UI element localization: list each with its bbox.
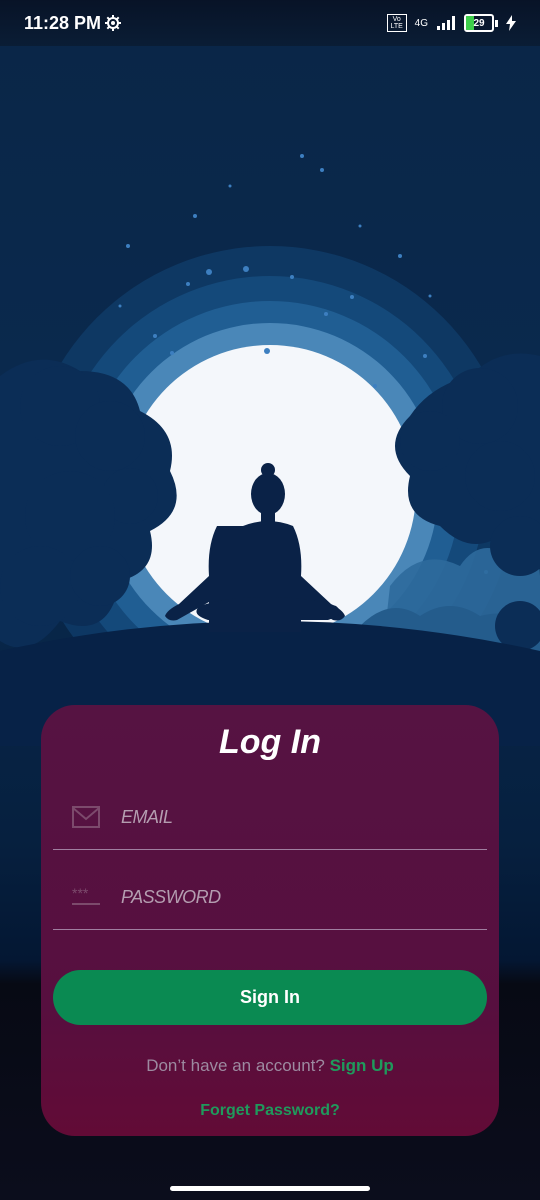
meditation-illustration (0, 154, 540, 746)
charging-icon (506, 15, 516, 31)
status-bar: 11:28 PM Vo LTE 4G 29 (0, 0, 540, 46)
login-card: Log In *** Sign In Don’t have an account… (41, 705, 499, 1136)
password-field[interactable]: *** (53, 869, 487, 930)
mail-icon (72, 806, 100, 828)
status-left: 11:28 PM (24, 12, 122, 34)
email-input[interactable] (119, 801, 463, 833)
no-account-text: Don’t have an account? (146, 1056, 325, 1075)
password-input[interactable] (119, 881, 463, 913)
sign-up-link[interactable]: Sign Up (330, 1056, 394, 1075)
forgot-password-link[interactable]: Forget Password? (41, 1102, 499, 1120)
signal-icon (437, 16, 455, 30)
sign-in-button[interactable]: Sign In (53, 970, 487, 1025)
gesture-nav-bar[interactable] (170, 1186, 370, 1191)
battery-level: 29 (473, 17, 485, 29)
network-type: 4G (414, 17, 428, 29)
login-title: Log In (219, 723, 321, 761)
status-time: 11:28 PM (24, 12, 102, 33)
signup-row: Don’t have an account? Sign Up (41, 1056, 499, 1076)
volte-icon: Vo LTE (386, 14, 407, 32)
email-field[interactable] (53, 789, 487, 850)
password-dots-icon: *** (72, 885, 100, 905)
status-right: Vo LTE 4G 29 (386, 14, 516, 32)
login-screen: 11:28 PM Vo LTE 4G 29 Log In EMAIL *** S… (0, 0, 540, 1200)
settings-gear-icon (105, 15, 122, 31)
battery-icon: 29 (464, 14, 498, 32)
svg-text:***: *** (72, 885, 89, 901)
